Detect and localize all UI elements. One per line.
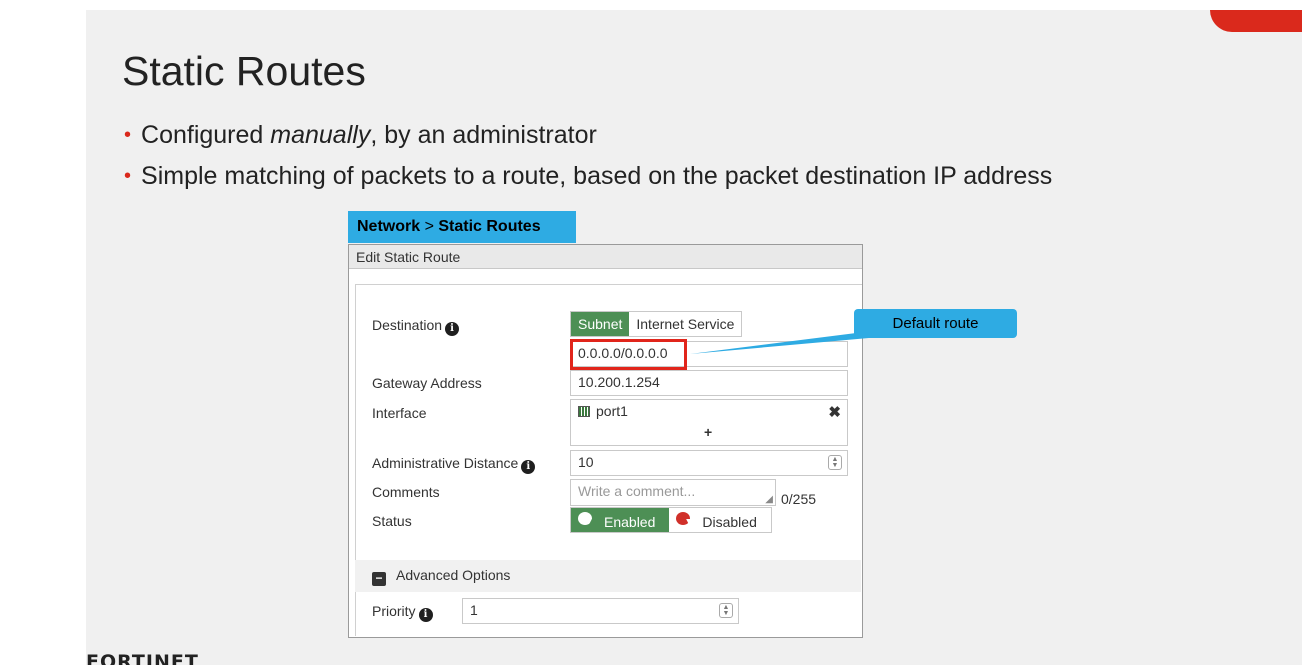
callout-pointer <box>690 330 880 354</box>
fortinet-logo: FORTINET <box>86 651 199 665</box>
default-route-callout: Default route <box>854 309 1017 338</box>
